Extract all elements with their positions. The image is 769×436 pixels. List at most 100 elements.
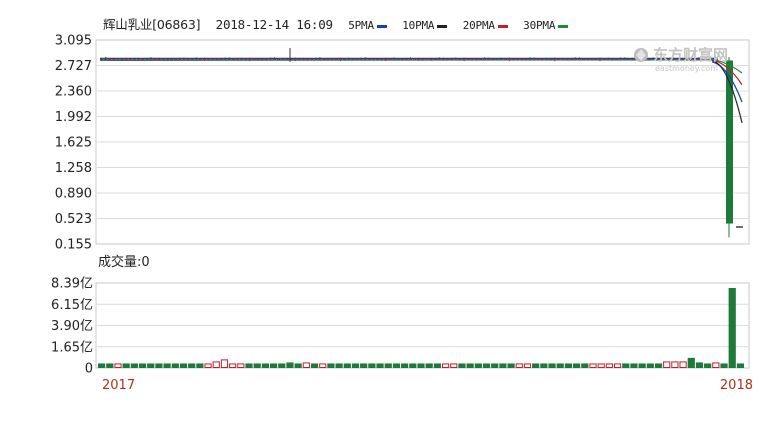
volume-bar [384,363,392,368]
volume-bar [130,363,138,368]
volume-bar [114,363,122,369]
x-label-start: 2017 [102,378,135,393]
volume-bar [163,363,171,368]
volume-bar [499,363,507,368]
volume-bar [671,361,679,368]
volume-bar [171,363,179,368]
price-tick-label: 0.890 [55,187,92,202]
price-tick-label: 1.992 [55,110,92,125]
volume-bar [564,363,573,368]
volume-bar [179,363,188,368]
volume-tick-label: 0 [85,362,93,377]
volume-bar [401,363,409,368]
price-tick-label: 2.727 [55,59,92,74]
volume-bar [147,363,155,368]
volume-bar [712,362,720,368]
volume-bar [646,363,654,368]
volume-bar [278,363,286,368]
volume-bar [548,363,556,368]
volume-bar [425,363,433,368]
volume-bar [392,363,401,368]
volume-bar [196,363,204,368]
volume-bar [458,363,466,368]
volume-bar [261,363,269,368]
price-drop-candle [726,60,733,224]
volume-bar [663,361,671,368]
volume-bar [597,363,605,369]
volume-bar [622,363,630,368]
price-tick-label: 3.095 [55,34,92,49]
watermark-brand: 东方财富网 [653,46,728,64]
volume-bar [720,363,728,368]
volume-bar [441,363,450,369]
volume-bar [466,363,474,368]
volume-bar [98,363,106,368]
volume-bar [319,363,327,369]
price-tick-label: 1.258 [55,161,92,176]
volume-bar [294,363,302,368]
volume-label: 成交量:0 [98,254,150,270]
volume-bar [638,363,646,368]
volume-bar [204,363,212,369]
volume-bar [523,363,532,369]
x-label-end: 2018 [720,378,753,393]
watermark-sub: eastmoney.com [655,64,718,73]
volume-bar [491,363,499,368]
volume-bar [253,363,261,368]
volume-bar [581,363,589,368]
volume-bar [507,363,515,368]
volume-bar [188,363,196,368]
volume-bar [450,363,458,369]
volume-bar [343,363,351,368]
price-panel: 3.095 2.727 2.360 1.992 1.625 1.258 0.890 0.523… [55,34,750,253]
volume-bar [302,362,310,368]
volume-bar [245,363,253,368]
volume-bar [433,363,441,368]
volume-bar [613,363,622,369]
volume-bar [138,363,147,368]
volume-bar [237,363,245,369]
volume-bar [687,357,695,368]
volume-bar [155,363,163,368]
volume-bar [351,363,360,368]
stock-chart: 3.095 2.727 2.360 1.992 1.625 1.258 0.890 0.523… [51,34,753,394]
volume-bar [589,363,597,369]
volume-bar [220,359,229,368]
volume-bar [540,363,548,368]
price-tick-label: 2.360 [55,85,92,100]
volume-bar [556,363,564,368]
volume-bar [212,361,220,368]
volume-bar [605,363,613,369]
volume-bar [654,363,663,368]
volume-bar [310,363,319,368]
volume-bar [335,363,343,368]
volume-bar [106,363,114,368]
price-tick-label: 0.523 [55,212,92,227]
volume-bar [327,363,335,368]
volume-bar [376,363,384,368]
volume-tick-label: 3.90亿 [51,319,93,334]
volume-bar [704,363,712,368]
volume-bar [736,363,745,368]
price-tick-label: 0.155 [55,238,92,253]
volume-bar [728,287,736,368]
volume-bar [122,363,130,368]
eastmoney-logo-icon [634,48,648,62]
volume-bar [368,363,376,368]
volume-bar [695,362,704,368]
volume-bar [286,362,294,368]
volume-bar [482,363,491,368]
volume-bar [269,363,278,368]
volume-bar [679,361,687,368]
volume-bar [229,363,237,369]
volume-tick-label: 6.15亿 [51,298,93,313]
volume-bar [515,363,523,369]
volume-bar [409,363,417,368]
volume-bar [474,363,482,368]
volume-tick-label: 8.39亿 [51,277,93,292]
price-tick-label: 1.625 [55,136,92,151]
volume-bar [573,363,581,368]
volume-bar [360,363,368,368]
volume-tick-label: 1.65亿 [51,340,93,355]
volume-bar [417,363,425,368]
